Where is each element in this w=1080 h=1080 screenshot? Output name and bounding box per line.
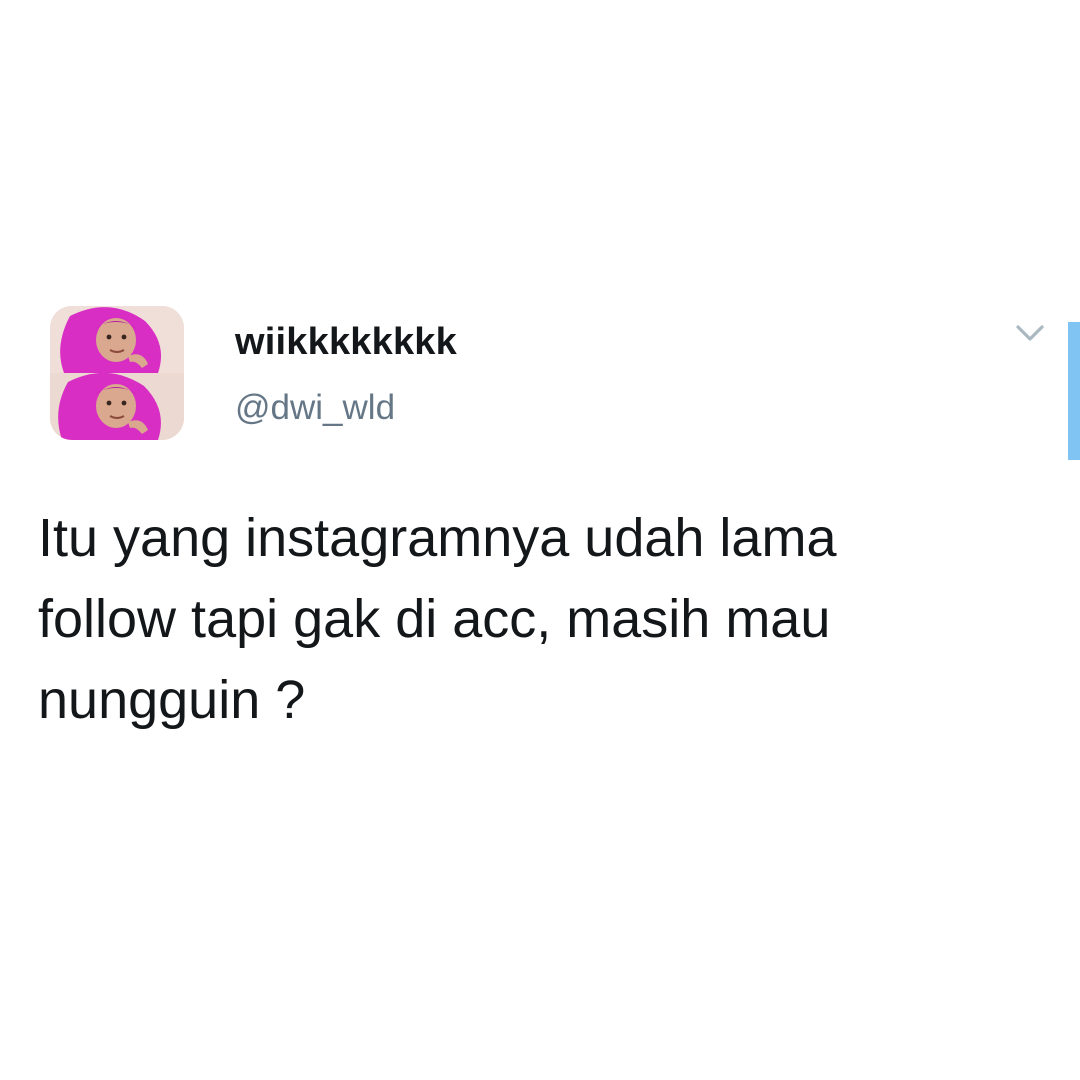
avatar-image: [50, 306, 184, 440]
chevron-down-icon[interactable]: [1010, 318, 1050, 348]
user-handle[interactable]: @dwi_wld: [235, 386, 395, 430]
tweet-card: wiikkkkkkkk @dwi_wld Itu yang instagramn…: [0, 0, 1080, 1080]
display-name[interactable]: wiikkkkkkkk: [235, 318, 457, 366]
avatar[interactable]: [50, 306, 184, 440]
scroll-indicator[interactable]: [1068, 322, 1080, 460]
tweet-text: Itu yang instagramnya udah lama follow t…: [38, 508, 837, 730]
